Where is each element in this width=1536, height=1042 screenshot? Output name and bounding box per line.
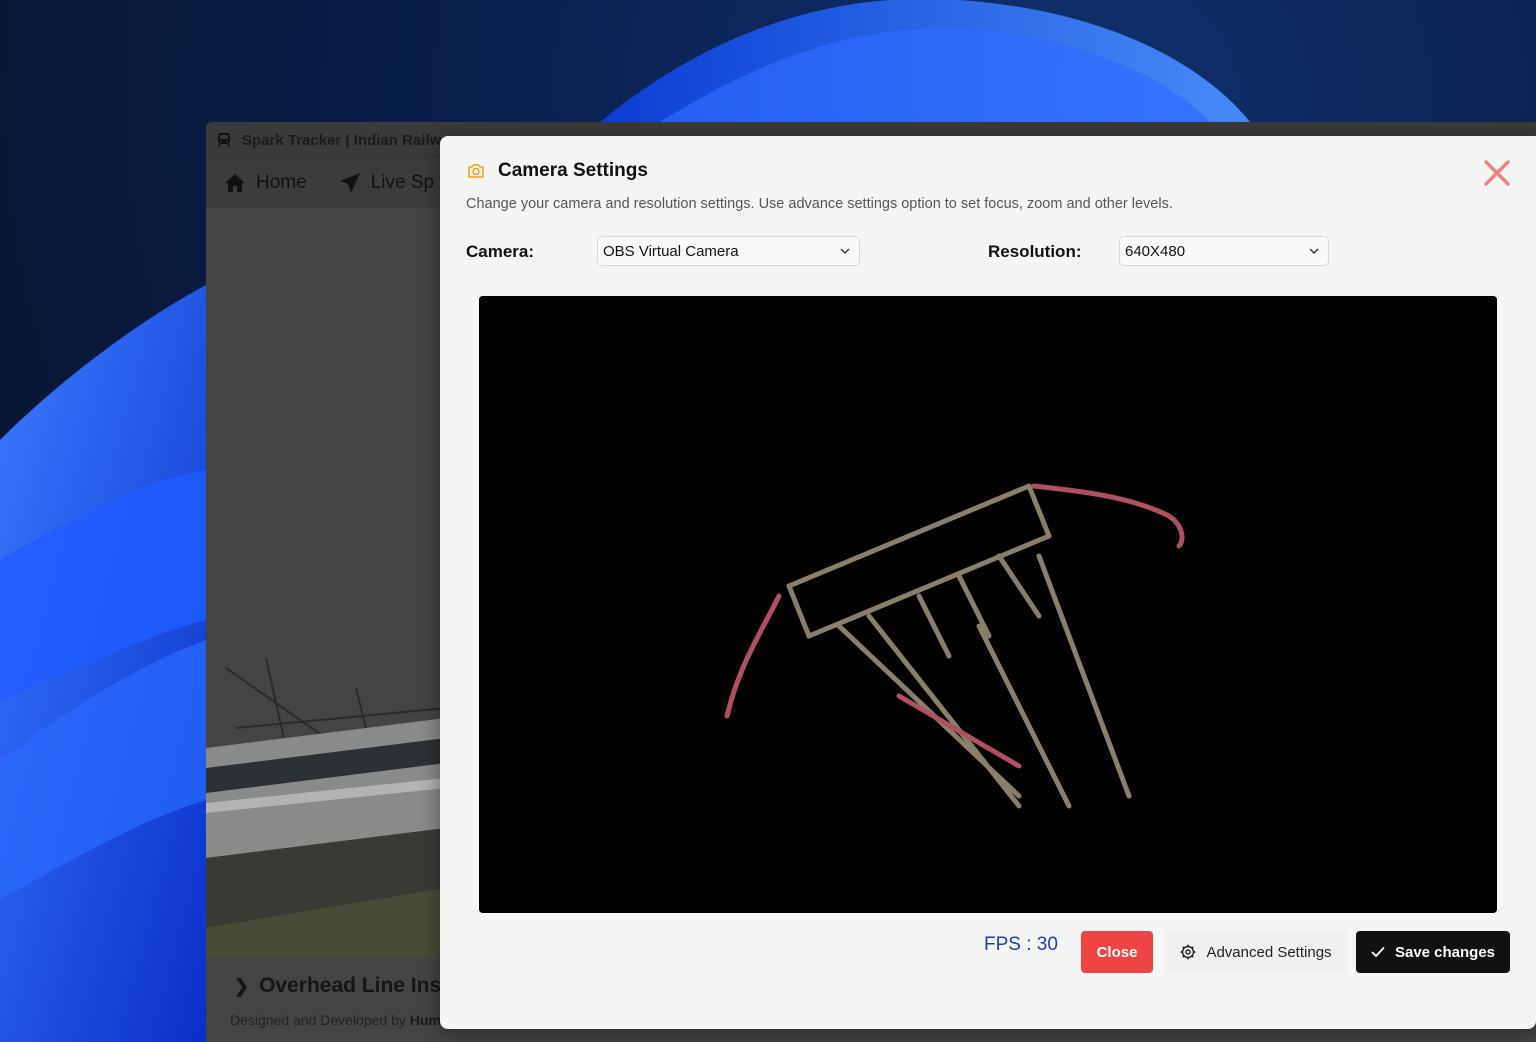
home-icon (225, 174, 245, 192)
resolution-select-value: 640X480 (1125, 242, 1186, 260)
footer-credit-prefix: Designed and Developed by (230, 1012, 406, 1028)
camera-icon (468, 164, 484, 178)
camera-label: Camera: (466, 242, 535, 261)
camera-select-value: OBS Virtual Camera (603, 242, 739, 260)
train-image (206, 628, 446, 958)
dialog-header: Camera Settings (466, 160, 648, 182)
section-heading-text: Overhead Line Ins (259, 974, 442, 997)
nav-home-label: Home (256, 172, 307, 193)
camera-preview (479, 296, 1497, 913)
close-button[interactable]: Close (1081, 931, 1153, 973)
nav-home[interactable]: Home (224, 172, 307, 194)
nav-live[interactable]: Live Sp (339, 172, 434, 194)
pantograph-image (479, 296, 1497, 913)
check-icon (1371, 947, 1385, 957)
chevron-down-icon (840, 248, 850, 254)
camera-settings-dialog: Camera Settings Change your camera and r… (440, 136, 1536, 1029)
close-button-label: Close (1096, 943, 1138, 961)
resolution-label: Resolution: (988, 242, 1082, 261)
advanced-settings-label: Advanced Settings (1206, 943, 1332, 961)
nav-live-label: Live Sp (370, 172, 435, 193)
save-changes-label: Save changes (1394, 943, 1496, 961)
resolution-select[interactable]: 640X480 (1119, 236, 1329, 266)
dialog-title: Camera Settings (498, 160, 648, 181)
footer-credit: Designed and Developed by Hum (230, 1012, 441, 1028)
advanced-settings-button[interactable]: Advanced Settings (1165, 931, 1347, 973)
chevron-down-icon (1309, 248, 1319, 254)
footer-credit-name: Hum (409, 1012, 441, 1028)
train-icon (217, 133, 231, 148)
send-icon (339, 173, 360, 193)
fps-indicator: FPS : 30 (984, 934, 1058, 955)
section-heading: ❯ Overhead Line Ins (234, 974, 441, 998)
save-changes-button[interactable]: Save changes (1356, 931, 1510, 973)
app-window-title: Spark Tracker | Indian Railw (242, 131, 442, 149)
gear-icon (1180, 944, 1196, 960)
dialog-description: Change your camera and resolution settin… (466, 196, 1173, 212)
camera-select[interactable]: OBS Virtual Camera (597, 236, 860, 266)
close-icon[interactable] (1482, 158, 1512, 188)
chevron-right-icon: ❯ (234, 975, 250, 996)
